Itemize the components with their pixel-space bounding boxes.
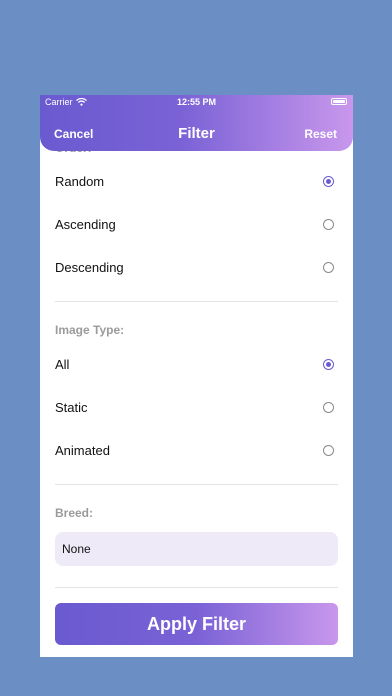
filter-screen: Order: Random Ascending Descending Image…: [40, 95, 353, 657]
image-type-option-label: Static: [55, 399, 88, 415]
image-type-option-static[interactable]: Static: [55, 397, 338, 417]
status-time: 12:55 PM: [176, 97, 217, 107]
breed-select[interactable]: None: [55, 532, 338, 566]
radio-selected-icon[interactable]: [323, 175, 334, 187]
order-option-label: Random: [55, 173, 105, 189]
order-option-descending[interactable]: Descending: [55, 257, 338, 277]
nav-header: Carrier 12:55 PM Cancel Filter Reset: [40, 95, 353, 151]
radio-unselected-icon[interactable]: [323, 444, 334, 456]
image-type-option-animated[interactable]: Animated: [55, 440, 338, 460]
radio-selected-icon[interactable]: [323, 358, 334, 370]
radio-unselected-icon[interactable]: [323, 401, 334, 413]
order-option-label: Ascending: [55, 216, 116, 232]
radio-unselected-icon[interactable]: [323, 261, 334, 273]
section-divider: [55, 301, 338, 302]
image-type-option-all[interactable]: All: [55, 354, 338, 374]
image-type-option-label: Animated: [55, 442, 110, 458]
battery-icon: [331, 98, 347, 105]
filter-content[interactable]: Order: Random Ascending Descending Image…: [40, 95, 353, 657]
image-type-option-label: All: [55, 356, 70, 372]
order-option-ascending[interactable]: Ascending: [55, 214, 338, 234]
apply-filter-button[interactable]: Apply Filter: [55, 603, 338, 645]
image-type-section-label: Image Type:: [55, 323, 125, 337]
order-option-label: Descending: [55, 259, 124, 275]
section-divider: [55, 484, 338, 485]
radio-unselected-icon[interactable]: [323, 218, 334, 230]
section-divider: [55, 587, 338, 588]
order-option-random[interactable]: Random: [55, 171, 338, 191]
reset-button[interactable]: Reset: [304, 127, 337, 141]
breed-select-value: None: [62, 542, 91, 556]
breed-section-label: Breed:: [55, 506, 94, 520]
